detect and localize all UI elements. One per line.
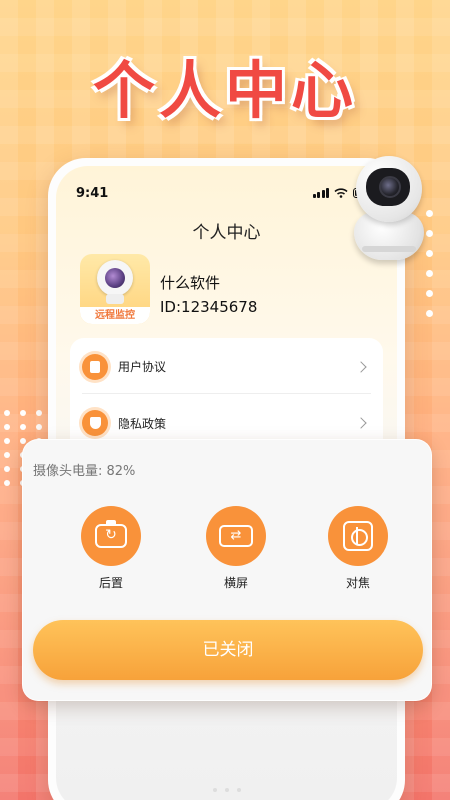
control-label: 对焦 <box>345 576 370 590</box>
control-label: 后置 <box>98 576 123 590</box>
promo-headline: 个人中心 <box>92 54 357 127</box>
control-label: 横屏 <box>223 576 248 590</box>
landscape-button[interactable]: 横屏 <box>196 506 276 591</box>
status-bar: 9:41 <box>76 186 373 204</box>
security-camera-illustration <box>350 150 430 266</box>
user-id: ID:12345678 <box>160 298 258 316</box>
rear-camera-button[interactable]: 后置 <box>71 506 151 591</box>
chevron-right-icon <box>355 417 367 429</box>
menu-item-label: 隐私政策 <box>118 416 167 431</box>
app-logo: 远程监控 <box>80 254 150 324</box>
document-icon <box>82 353 108 380</box>
chevron-right-icon <box>355 360 367 373</box>
page-title: 个人中心 <box>192 223 261 243</box>
menu-item-label: 用户协议 <box>118 360 167 374</box>
status-time: 9:41 <box>76 186 109 201</box>
wifi-icon <box>334 188 348 198</box>
app-logo-caption: 远程监控 <box>80 307 150 324</box>
rotate-screen-icon <box>219 525 253 547</box>
page-indicator <box>212 788 241 792</box>
focus-icon <box>343 521 373 551</box>
closed-status-button[interactable]: 已关闭 <box>33 620 423 680</box>
camera-control-panel: 摄像头电量: 82% 后置 横屏 对焦 已关闭 <box>22 439 432 701</box>
shield-icon <box>82 410 108 436</box>
signal-icon <box>312 188 329 198</box>
focus-button[interactable]: 对焦 <box>318 506 398 591</box>
menu-item-user-agreement[interactable]: 用户协议 <box>82 340 371 394</box>
camera-battery-text: 摄像头电量: 82% <box>33 464 136 479</box>
camera-lens-icon <box>97 260 133 296</box>
camera-switch-icon <box>95 520 127 548</box>
app-name: 什么软件 <box>160 274 221 292</box>
